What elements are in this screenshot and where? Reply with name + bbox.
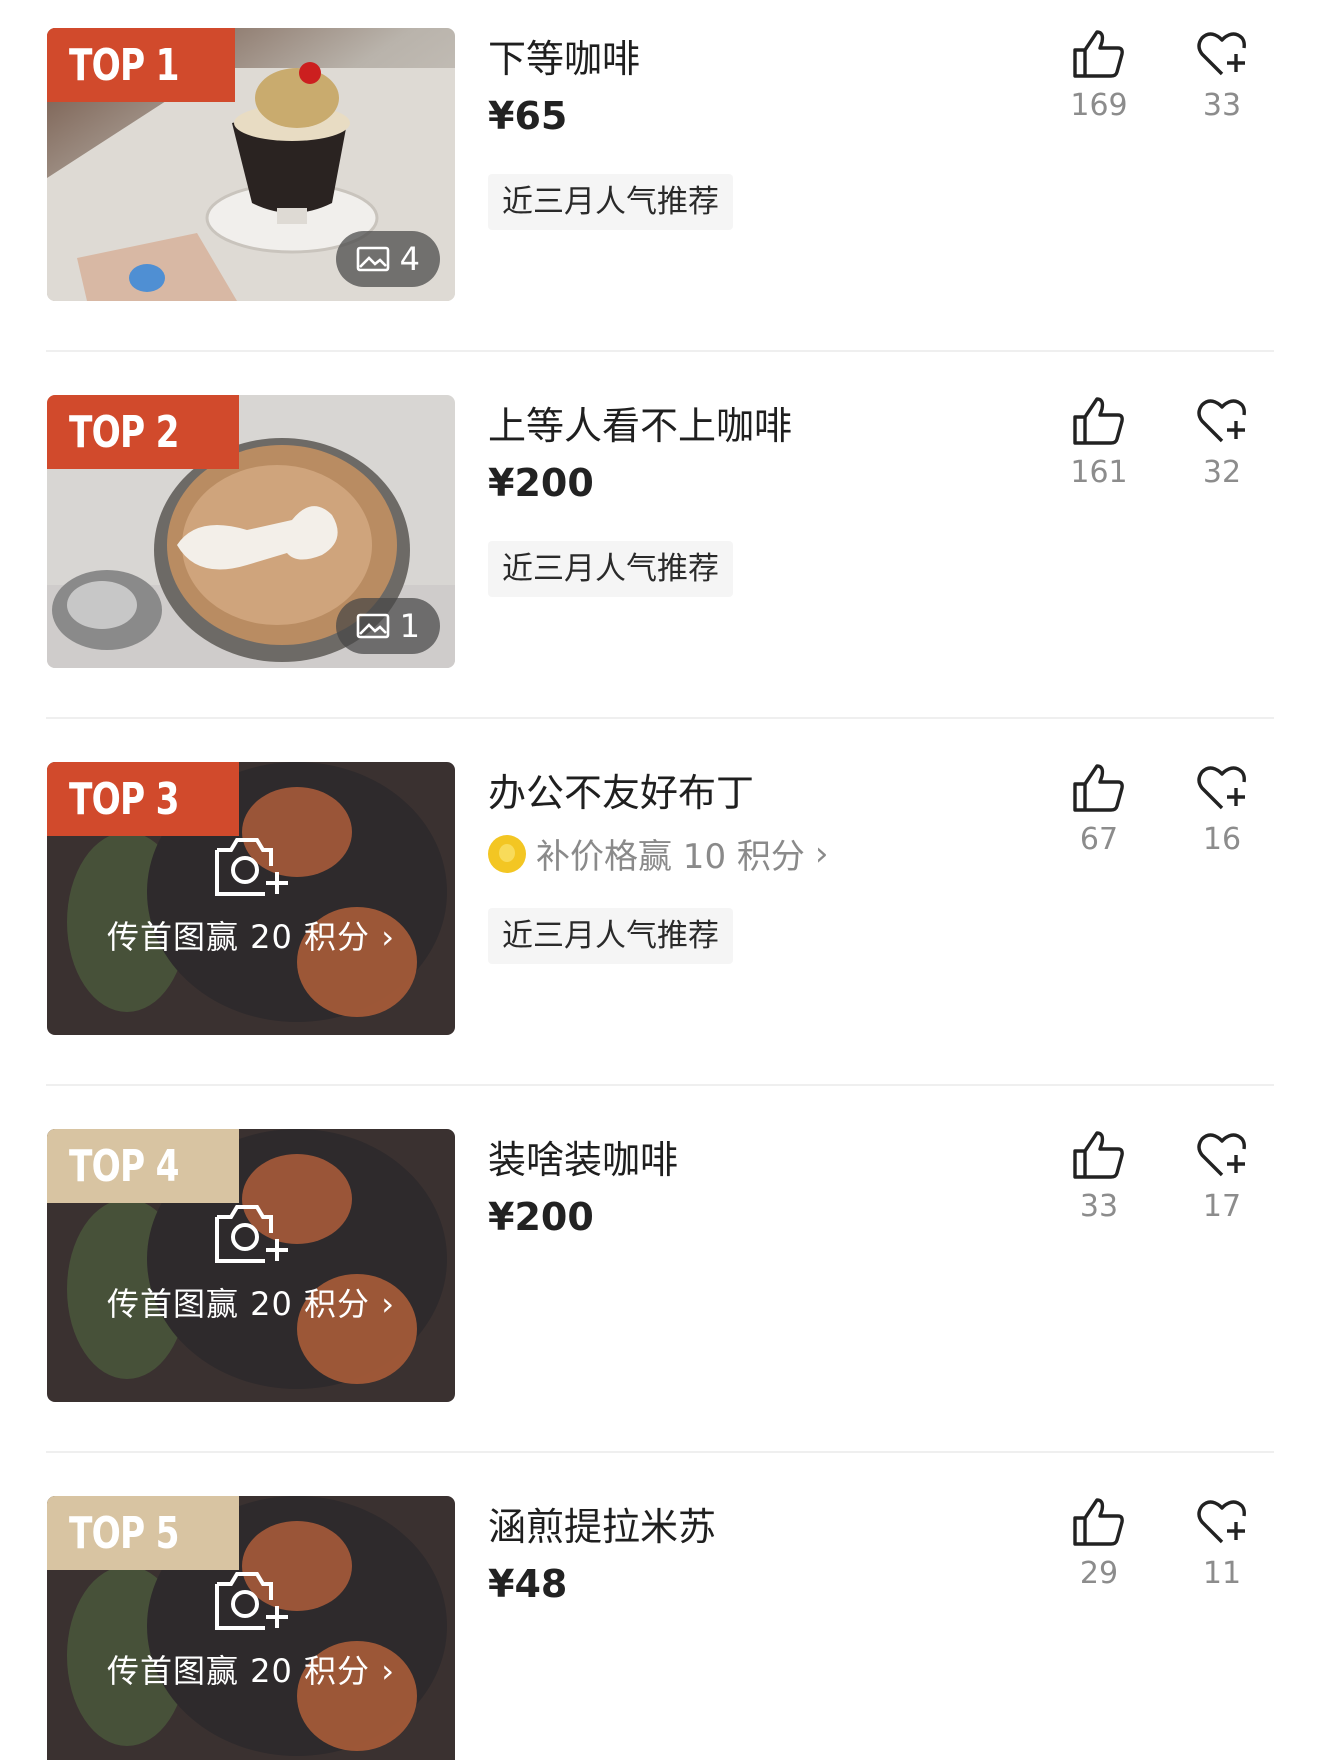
upload-photo-thumbnail[interactable]: TOP 3 传首图赢 20 积分 ›	[47, 762, 455, 1035]
upload-photo-thumbnail[interactable]: TOP 5 传首图赢 20 积分 ›	[47, 1496, 455, 1760]
dish-price: ¥200	[488, 461, 594, 505]
divider	[46, 1084, 1274, 1086]
dish-title[interactable]: 下等咖啡	[488, 28, 640, 83]
favorite-button[interactable]: 33	[1177, 28, 1267, 123]
chevron-right-icon: ›	[381, 1285, 396, 1323]
dish-price: ¥200	[488, 1195, 594, 1239]
dish-price: ¥48	[488, 1562, 568, 1606]
thumbs-up-icon	[1073, 1498, 1124, 1546]
list-item[interactable]: TOP 3 传首图赢 20 积分 › 办公不友好布丁 补价格赢 10 积分 › …	[0, 734, 1320, 1101]
heart-plus-icon	[1197, 1500, 1246, 1544]
photo-count: 1	[399, 607, 420, 645]
image-icon	[356, 246, 389, 272]
dish-thumbnail[interactable]: TOP 1 4	[47, 28, 455, 301]
photo-count-badge[interactable]: 4	[335, 231, 440, 287]
divider	[46, 717, 1274, 719]
upload-first-photo-cta[interactable]: 传首图赢 20 积分 ›	[47, 832, 455, 958]
favorite-count: 16	[1202, 822, 1242, 857]
upload-first-photo-cta[interactable]: 传首图赢 20 积分 ›	[47, 1566, 455, 1692]
divider	[46, 350, 1274, 352]
camera-plus-icon	[215, 1572, 288, 1630]
rank-badge: TOP 3	[47, 762, 239, 836]
like-button[interactable]: 29	[1054, 1496, 1144, 1591]
rank-badge: TOP 4	[47, 1129, 239, 1203]
thumbs-up-icon	[1073, 1131, 1124, 1179]
popularity-tag: 近三月人气推荐	[488, 541, 733, 597]
like-count: 29	[1079, 1556, 1119, 1591]
favorite-count: 32	[1202, 455, 1242, 490]
upload-first-photo-cta[interactable]: 传首图赢 20 积分 ›	[47, 1199, 455, 1325]
dish-thumbnail[interactable]: TOP 2 1	[47, 395, 455, 668]
like-count: 169	[1070, 88, 1128, 123]
favorite-button[interactable]: 17	[1177, 1129, 1267, 1224]
popularity-tag: 近三月人气推荐	[488, 908, 733, 964]
rank-badge: TOP 1	[47, 28, 235, 102]
list-item[interactable]: TOP 2 1 上等人看不上咖啡 ¥200 近三月人气推荐 161 32	[0, 367, 1320, 734]
upload-cta-text: 传首图赢 20 积分	[106, 1652, 371, 1690]
like-button[interactable]: 161	[1054, 395, 1144, 490]
like-count: 161	[1070, 455, 1128, 490]
photo-count-badge[interactable]: 1	[335, 598, 440, 654]
favorite-count: 11	[1202, 1556, 1242, 1591]
thumbs-up-icon	[1073, 764, 1124, 812]
coin-icon	[488, 834, 526, 873]
dish-title[interactable]: 上等人看不上咖啡	[488, 395, 792, 450]
photo-count: 4	[399, 240, 420, 278]
list-item[interactable]: TOP 5 传首图赢 20 积分 › 涵煎提拉米苏 ¥48 29 11	[0, 1468, 1320, 1760]
favorite-button[interactable]: 32	[1177, 395, 1267, 490]
like-count: 33	[1079, 1189, 1119, 1224]
heart-plus-icon	[1197, 766, 1246, 810]
camera-plus-icon	[215, 1205, 288, 1263]
divider	[46, 1451, 1274, 1453]
like-button[interactable]: 169	[1054, 28, 1144, 123]
upload-cta-text: 传首图赢 20 积分	[106, 1285, 371, 1323]
favorite-count: 33	[1202, 88, 1242, 123]
thumbs-up-icon	[1073, 30, 1124, 78]
heart-plus-icon	[1197, 399, 1246, 443]
chevron-right-icon: ›	[814, 833, 829, 874]
list-item[interactable]: TOP 1 4 下等咖啡 ¥65 近三月人气推荐 169 33	[0, 0, 1320, 367]
chevron-right-icon: ›	[381, 1652, 396, 1690]
dish-title[interactable]: 涵煎提拉米苏	[488, 1496, 716, 1551]
heart-plus-icon	[1197, 1133, 1246, 1177]
upload-photo-thumbnail[interactable]: TOP 4 传首图赢 20 积分 ›	[47, 1129, 455, 1402]
add-price-bonus[interactable]: 补价格赢 10 积分 ›	[488, 829, 829, 878]
rank-badge: TOP 5	[47, 1496, 239, 1570]
list-item[interactable]: TOP 4 传首图赢 20 积分 › 装啥装咖啡 ¥200 33 17	[0, 1101, 1320, 1468]
thumbs-up-icon	[1073, 397, 1124, 445]
chevron-right-icon: ›	[381, 918, 396, 956]
like-button[interactable]: 67	[1054, 762, 1144, 857]
dish-price: ¥65	[488, 94, 568, 138]
image-icon	[356, 613, 389, 639]
dish-title[interactable]: 办公不友好布丁	[488, 762, 754, 817]
camera-plus-icon	[215, 838, 288, 896]
popularity-tag: 近三月人气推荐	[488, 174, 733, 230]
dish-ranking-list: TOP 1 4 下等咖啡 ¥65 近三月人气推荐 169 33 TOP 2 1 …	[0, 0, 1320, 1760]
rank-badge: TOP 2	[47, 395, 239, 469]
dish-title[interactable]: 装啥装咖啡	[488, 1129, 678, 1184]
favorite-button[interactable]: 16	[1177, 762, 1267, 857]
favorite-count: 17	[1202, 1189, 1242, 1224]
like-button[interactable]: 33	[1054, 1129, 1144, 1224]
upload-cta-text: 传首图赢 20 积分	[106, 918, 371, 956]
like-count: 67	[1079, 822, 1119, 857]
bonus-text: 补价格赢 10 积分	[536, 837, 805, 877]
favorite-button[interactable]: 11	[1177, 1496, 1267, 1591]
heart-plus-icon	[1197, 32, 1246, 76]
